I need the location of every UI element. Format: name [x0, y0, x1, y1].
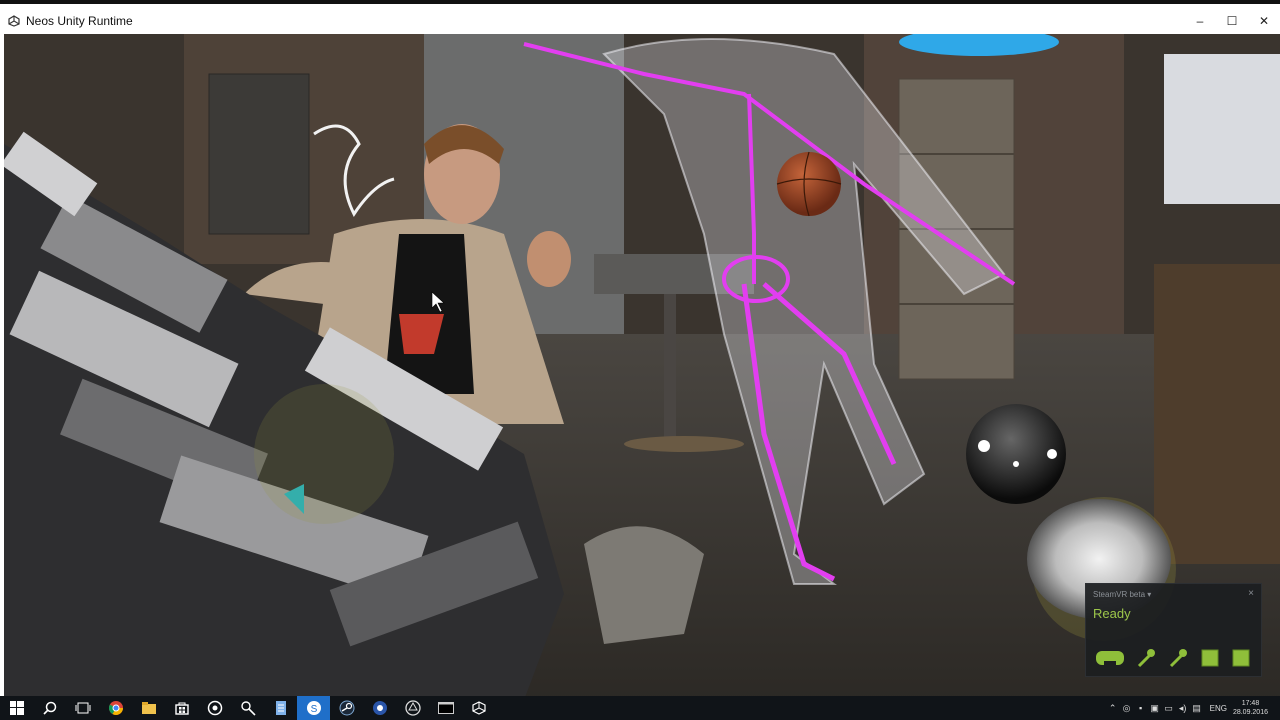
unity-icon: [8, 15, 20, 27]
start-button[interactable]: [0, 696, 33, 720]
svg-text:S: S: [310, 704, 317, 715]
title-bar[interactable]: Neos Unity Runtime – ☐ ✕: [0, 8, 1280, 34]
taskbar-app-explorer[interactable]: [132, 696, 165, 720]
clock-date: 28.09.2016: [1232, 709, 1268, 716]
window-light: [1164, 54, 1280, 204]
task-view-icon: [75, 702, 90, 714]
taskbar-app-unity-runtime[interactable]: [462, 696, 495, 720]
minimize-button[interactable]: –: [1184, 8, 1216, 34]
system-tray: ⌃ ◎ ▪ ▣ ▭ ◂) ▤ ENG 17:48 28.09.2016: [1106, 696, 1280, 720]
app-icon: [207, 700, 222, 716]
base-station-icon: [1229, 648, 1253, 668]
skype-icon: S: [306, 701, 321, 715]
steamvr-status: Ready: [1093, 606, 1131, 621]
taskbar-app-skype[interactable]: S: [297, 696, 330, 720]
controller-icon: [1166, 648, 1190, 668]
start-icon: [9, 701, 24, 715]
headset-icon: [1094, 648, 1126, 668]
3d-viewport[interactable]: SteamVR beta ▾ × Ready: [4, 34, 1280, 700]
taskbar-app-notepad[interactable]: [264, 696, 297, 720]
window-title: Neos Unity Runtime: [26, 14, 133, 28]
wooden-shelf: [1154, 264, 1280, 564]
clock-time: 17:48: [1241, 700, 1260, 707]
message-icon[interactable]: ▤: [1190, 696, 1204, 720]
basketball: [777, 152, 841, 216]
app-window: Neos Unity Runtime – ☐ ✕ SteamVR beta ▾ …: [0, 0, 1280, 700]
taskbar: S ⌃ ◎ ▪ ▣ ▭ ◂) ▤ ENG 17:48 28.09.2016: [0, 696, 1280, 720]
app-icon: [372, 701, 387, 715]
file-explorer-icon: [141, 702, 156, 714]
task-view-button[interactable]: [66, 696, 99, 720]
taskbar-app-terminal[interactable]: [429, 696, 462, 720]
language-indicator[interactable]: ENG: [1210, 704, 1227, 713]
taskbar-app-steam[interactable]: [330, 696, 363, 720]
maximize-button[interactable]: ☐: [1216, 8, 1248, 34]
chevron-up-icon[interactable]: ⌃: [1106, 696, 1120, 720]
taskbar-app-chrome[interactable]: [99, 696, 132, 720]
clock[interactable]: 17:48 28.09.2016: [1233, 699, 1268, 717]
steamvr-close-button[interactable]: ×: [1248, 588, 1254, 599]
taskbar-app-3[interactable]: [363, 696, 396, 720]
network-icon[interactable]: ▭: [1162, 696, 1176, 720]
steam-icon: [339, 700, 354, 716]
app-icon: [240, 701, 256, 716]
app-icon[interactable]: ▣: [1148, 696, 1162, 720]
notepad-icon: [275, 701, 286, 715]
taskbar-app-store[interactable]: [165, 696, 198, 720]
unity-icon: [471, 701, 486, 715]
search-button[interactable]: [33, 696, 66, 720]
controller-icon: [1134, 648, 1158, 668]
search-icon: [42, 701, 56, 715]
taskbar-app-2[interactable]: [231, 696, 264, 720]
unity-icon: [404, 700, 421, 716]
close-button[interactable]: ✕: [1248, 8, 1280, 34]
filing-cabinet-left: [208, 73, 310, 235]
network-icon[interactable]: ◎: [1120, 696, 1134, 720]
chrome-icon: [108, 701, 123, 715]
steamvr-title[interactable]: SteamVR beta ▾: [1093, 590, 1151, 599]
taskbar-app-1[interactable]: [198, 696, 231, 720]
base-station-icon: [1198, 648, 1222, 668]
store-icon: [174, 702, 189, 715]
app-icon[interactable]: ▪: [1134, 696, 1148, 720]
taskbar-app-unity[interactable]: [396, 696, 429, 720]
terminal-icon: [437, 702, 454, 714]
speaker-icon[interactable]: ◂): [1176, 696, 1190, 720]
steamvr-status-window[interactable]: SteamVR beta ▾ × Ready: [1085, 583, 1262, 677]
